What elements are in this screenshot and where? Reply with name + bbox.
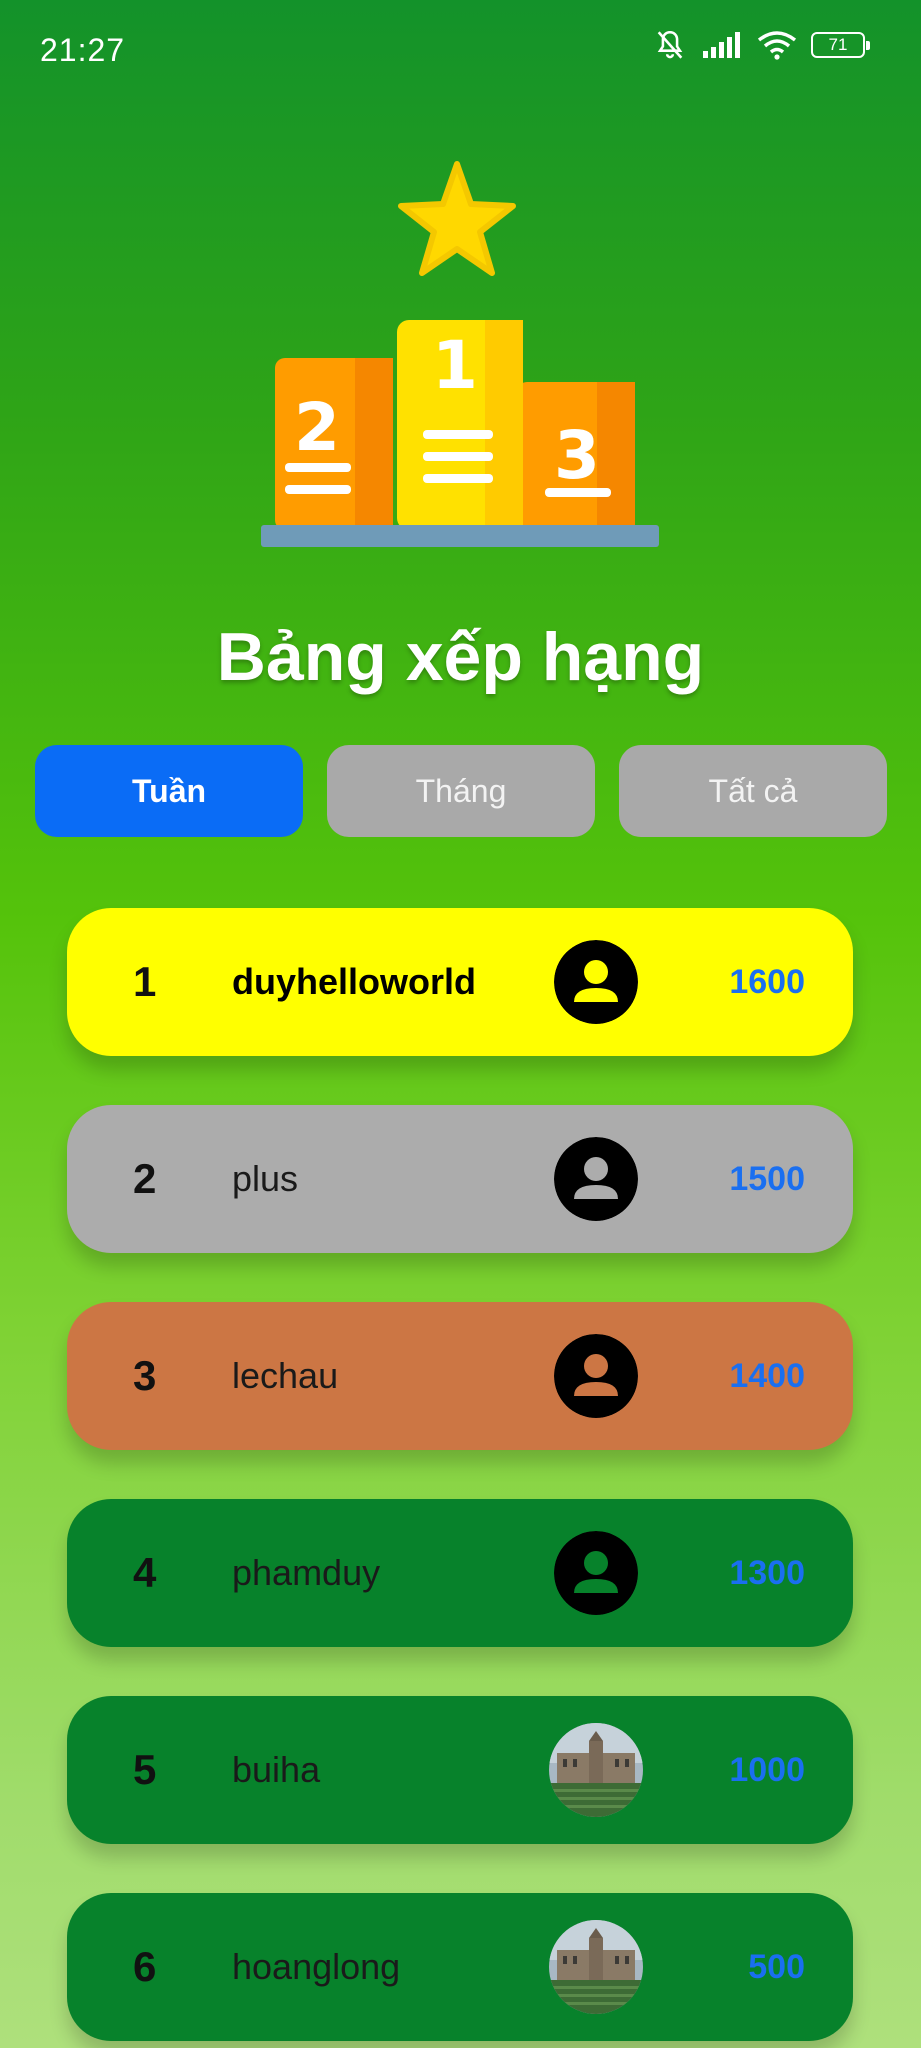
player-name: hoanglong [232,1946,401,1987]
podium-second-number: 2 [294,389,340,466]
leaderboard-row[interactable]: 2 plus 1500 [67,1105,853,1253]
player-name: duyhelloworld [232,961,477,1002]
player-score: 1600 [729,963,805,1001]
player-name: buiha [232,1749,321,1790]
status-time: 21:27 [40,32,126,68]
star-icon [398,161,516,276]
muted-bell-icon [657,30,683,59]
default-user-icon [554,1334,638,1418]
player-score: 1300 [729,1554,805,1592]
leaderboard-row[interactable]: 5 buiha 1000 [67,1696,853,1844]
leaderboard-row[interactable]: 4 phamduy 1300 [67,1499,853,1647]
building-photo [549,1920,643,2014]
leaderboard-row[interactable]: 6 hoanglong 500 [67,1893,853,2041]
signal-icon [703,32,740,58]
podium-first-number: 1 [432,327,478,404]
rank-number: 4 [133,1549,157,1596]
player-score: 1500 [729,1160,805,1198]
rank-number: 5 [133,1746,157,1793]
battery-level: 71 [828,35,848,54]
leaderboard-row[interactable]: 3 lechau 1400 [67,1302,853,1450]
battery-icon: 71 [811,32,870,58]
player-score: 1000 [729,1751,805,1789]
leaderboard-row[interactable]: 1 duyhelloworld 1600 [67,908,853,1056]
page-title: Bảng xếp hạng [216,619,705,695]
default-user-icon [554,1531,638,1615]
status-bar: 21:27 71 [0,0,921,100]
player-name: lechau [232,1355,339,1396]
default-user-icon [554,1137,638,1221]
building-photo [549,1723,643,1817]
rank-number: 2 [133,1155,157,1202]
rank-number: 6 [133,1943,157,1990]
rank-number: 1 [133,958,157,1005]
default-user-icon [554,940,638,1024]
player-name: plus [232,1158,299,1199]
podium-third-number: 3 [554,417,600,494]
player-score: 1400 [729,1357,805,1395]
period-tabs: Tuần Tháng Tất cả [35,745,887,837]
tab-month[interactable]: Tháng [327,745,595,837]
tab-week[interactable]: Tuần [35,745,303,837]
status-icons: 71 [653,28,870,62]
podium-trophy-icon: 2 1 3 [261,161,659,547]
tab-all[interactable]: Tất cả [619,745,887,837]
rank-number: 3 [133,1352,157,1399]
player-score: 500 [748,1948,805,1986]
wifi-icon [757,31,797,60]
player-name: phamduy [232,1552,381,1593]
